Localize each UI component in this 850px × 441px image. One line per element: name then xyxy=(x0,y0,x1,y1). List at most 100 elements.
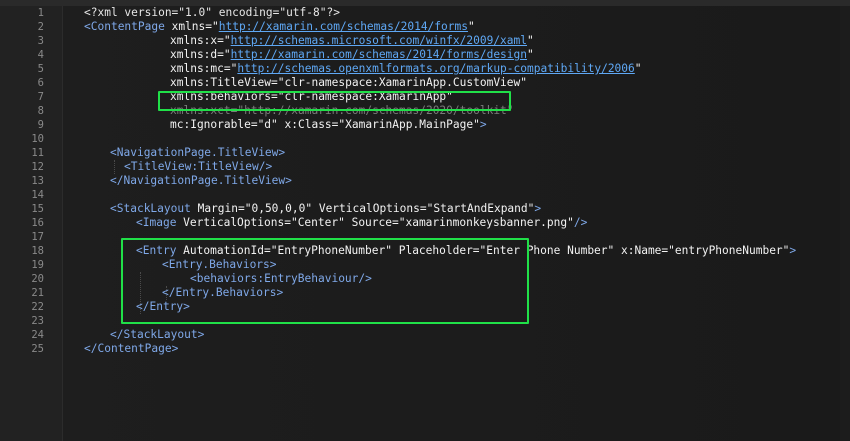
code-token: "0,50,0,0" xyxy=(244,202,313,215)
code-token: Margin= xyxy=(190,202,245,215)
line-number: 21 xyxy=(31,287,44,299)
code-token: AutomationId= xyxy=(176,244,271,257)
code-token: "clr-namespace:XamarinApp" xyxy=(277,90,453,103)
code-lines[interactable]: 1 <?xml version="1.0" encoding="utf-8"?> 2… xyxy=(0,6,850,356)
code-token: StackLayout xyxy=(116,202,191,215)
code-token: TitleView:TitleView xyxy=(130,160,259,173)
code-line[interactable]: 6 xmlns:TitleView="clr-namespace:XamarinA… xyxy=(0,76,850,90)
code-line[interactable]: 22 </Entry> xyxy=(0,300,850,314)
code-line[interactable]: 9 mc:Ignorable="d" x:Class="XamarinApp.Ma… xyxy=(0,118,850,132)
code-token: </ xyxy=(136,300,150,313)
code-line[interactable]: 7 xmlns:behaviors="clr-namespace:XamarinA… xyxy=(0,90,850,104)
code-line[interactable]: 8 xmlns:xct= "http://xamarin.com/schemas/2… xyxy=(0,104,850,118)
code-token: xmlns:d= xyxy=(170,48,224,61)
line-number: 5 xyxy=(37,63,44,75)
line-number: 16 xyxy=(31,217,44,229)
line-number: 25 xyxy=(31,343,44,355)
code-line[interactable]: 18 <Entry AutomationId="EntryPhoneNumber"… xyxy=(0,244,850,258)
code-text: <Image VerticalOptions="Center" Source="… xyxy=(136,216,587,230)
code-line[interactable]: 21 </Entry.Behaviors> xyxy=(0,286,850,300)
line-number: 6 xyxy=(37,77,44,89)
code-line[interactable]: 14 xyxy=(0,188,850,202)
code-token: < xyxy=(136,244,143,257)
code-text: <TitleView:TitleView/> xyxy=(124,160,272,174)
code-token: behaviors:EntryBehaviour xyxy=(196,272,359,285)
code-token: </ xyxy=(84,342,98,355)
line-number: 22 xyxy=(31,301,44,313)
code-line[interactable]: 17 xyxy=(0,230,850,244)
code-line[interactable]: 20 <behaviors:EntryBehaviour/> xyxy=(0,272,850,286)
code-token: Source= xyxy=(344,216,399,229)
code-text: </StackLayout> xyxy=(110,328,204,342)
code-token: " xyxy=(527,48,534,61)
code-token: > xyxy=(278,146,286,159)
code-line[interactable]: 24 </StackLayout> xyxy=(0,328,850,342)
code-line[interactable]: 5 xmlns:mc= "http://schemas.openxmlformats… xyxy=(0,62,850,76)
code-token: < xyxy=(124,160,131,173)
code-line[interactable]: 1 <?xml version="1.0" encoding="utf-8"?> xyxy=(0,6,850,20)
code-token: Entry.Behaviors xyxy=(168,258,270,271)
code-line[interactable]: 10 xyxy=(0,132,850,146)
code-text: <NavigationPage.TitleView> xyxy=(110,146,285,160)
code-token: ContentPage xyxy=(90,20,165,33)
line-number: 15 xyxy=(31,203,44,215)
line-number: 17 xyxy=(31,231,44,243)
line-number: 23 xyxy=(31,315,44,327)
code-token: VerticalOptions= xyxy=(176,216,291,229)
code-token: Entry.Behaviors xyxy=(175,286,277,299)
code-token: /> xyxy=(573,216,588,229)
code-token: > xyxy=(276,286,284,299)
code-line[interactable]: 16 <Image VerticalOptions="Center" Source… xyxy=(0,216,850,230)
code-token: xmlns:xct= xyxy=(170,104,238,117)
code-text: xmlns:d="http://xamarin.com/schemas/2014… xyxy=(170,48,534,62)
code-token: xmlns:behaviors= xyxy=(170,90,278,103)
code-token: http://xamarin.com/schemas/2014/forms xyxy=(218,20,468,33)
code-token: x:Class= xyxy=(277,118,339,131)
code-text: mc:Ignorable="d" x:Class="XamarinApp.Mai… xyxy=(170,118,487,132)
line-number: 1 xyxy=(37,7,44,19)
code-text: xmlns:behaviors="clr-namespace:XamarinAp… xyxy=(170,90,453,104)
code-token: mc:Ignorable= xyxy=(170,118,258,131)
code-line[interactable]: 19 <Entry.Behaviors> xyxy=(0,258,850,272)
code-line[interactable]: 11 <NavigationPage.TitleView> xyxy=(0,146,850,160)
vertical-scrollbar[interactable] xyxy=(840,6,850,441)
code-token: "entryPhoneNumber" xyxy=(668,244,790,257)
code-editor[interactable]: 1 <?xml version="1.0" encoding="utf-8"?> 2… xyxy=(0,0,850,441)
code-text: xmlns:xct= "http://xamarin.com/schemas/20… xyxy=(170,104,514,118)
line-number: 10 xyxy=(31,133,44,145)
code-token: < xyxy=(162,258,169,271)
code-token: "StartAndExpand" xyxy=(426,202,535,215)
code-token: xmlns:x= xyxy=(170,34,224,47)
code-token: </ xyxy=(110,328,124,341)
code-token: NavigationPage.TitleView xyxy=(123,174,286,187)
code-line[interactable]: 3 xmlns:x="http://schemas.microsoft.com/w… xyxy=(0,34,850,48)
code-token: "XamarinApp.MainPage" xyxy=(338,118,480,131)
code-token: < xyxy=(84,20,91,33)
code-line[interactable]: 23 xyxy=(0,314,850,328)
code-line[interactable]: 25 </ContentPage> xyxy=(0,342,850,356)
code-text: <Entry AutomationId="EntryPhoneNumber" P… xyxy=(136,244,796,258)
code-text: <?xml version="1.0" encoding="utf-8"?> xyxy=(84,6,340,20)
code-token: </ xyxy=(110,174,124,187)
code-token: " xyxy=(467,20,475,33)
code-line[interactable]: 13 </NavigationPage.TitleView> xyxy=(0,174,850,188)
code-line[interactable]: 2 <ContentPage xmlns="http://xamarin.com/… xyxy=(0,20,850,34)
code-token: > xyxy=(197,328,205,341)
code-text: <Entry.Behaviors> xyxy=(162,258,277,272)
code-line[interactable]: 12 <TitleView:TitleView/> xyxy=(0,160,850,174)
code-line[interactable]: 4 xmlns:d="http://xamarin.com/schemas/201… xyxy=(0,48,850,62)
code-token: "Enter Phone Number" xyxy=(479,244,615,257)
code-token: > xyxy=(171,342,179,355)
code-text: xmlns:TitleView="clr-namespace:XamarinAp… xyxy=(170,76,527,90)
code-token: Entry xyxy=(142,244,177,257)
code-token: "Center" xyxy=(290,216,345,229)
code-token: < xyxy=(190,272,197,285)
code-token: " xyxy=(223,48,231,61)
code-line[interactable]: 15 <StackLayout Margin="0,50,0,0" Vertica… xyxy=(0,202,850,216)
code-token: Entry xyxy=(149,300,184,313)
line-number: 2 xyxy=(37,21,44,33)
code-token: http://schemas.openxmlformats.org/markup… xyxy=(237,62,635,75)
code-token: x:Name= xyxy=(614,244,669,257)
code-token: > xyxy=(183,300,190,313)
code-token: /> xyxy=(358,272,372,285)
